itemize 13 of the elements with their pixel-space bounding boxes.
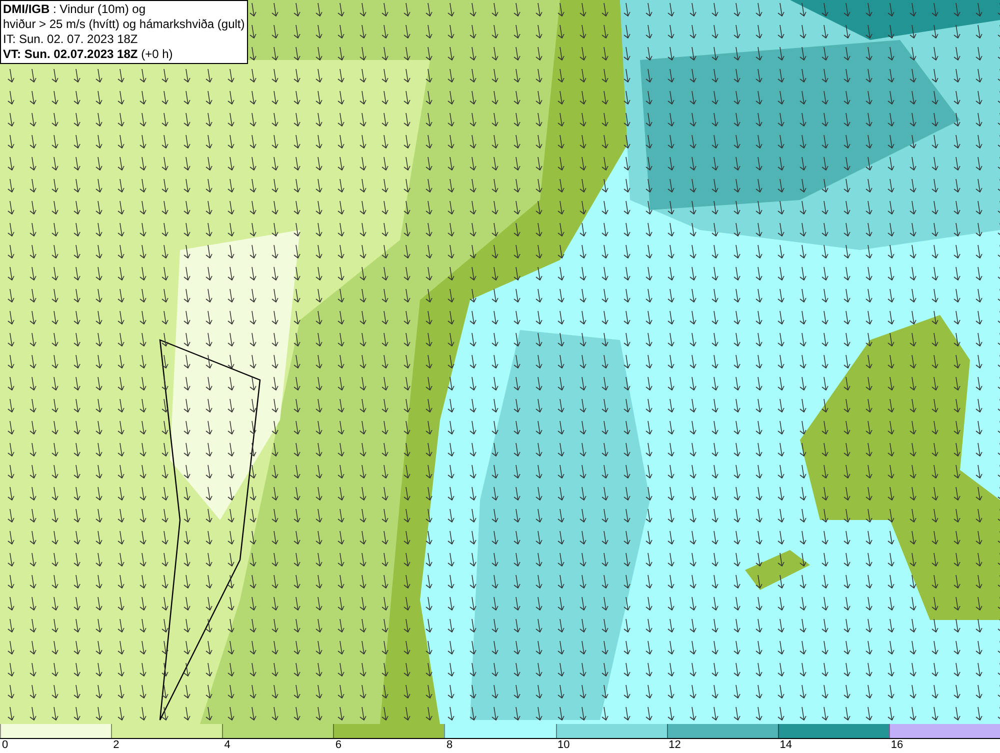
legend-tick-label: 16	[890, 739, 904, 752]
legend-tick-label: 12	[668, 739, 681, 752]
legend-tick-label: 8	[446, 739, 453, 752]
legend-tick-label: 14	[780, 739, 792, 752]
legend-tick-label: 0	[2, 739, 8, 752]
map-caption-line: IT: Sun. 02. 07. 2023 18Z	[3, 32, 139, 47]
map-caption-line: hviður > 25 m/s (hvítt) og hámarkshviða (gult)	[3, 17, 245, 32]
legend-tick-label: 10	[558, 739, 570, 752]
legend-tick-label: 6	[335, 739, 342, 752]
legend-tick-label: 4	[224, 739, 230, 752]
map-caption-line: VT: Sun. 02.07.2023 18Z (+0 h)	[3, 47, 174, 62]
legend-tick-label: 2	[113, 739, 120, 752]
map-caption-line: DMI/IGB : Vindur (10m) og	[3, 2, 146, 17]
